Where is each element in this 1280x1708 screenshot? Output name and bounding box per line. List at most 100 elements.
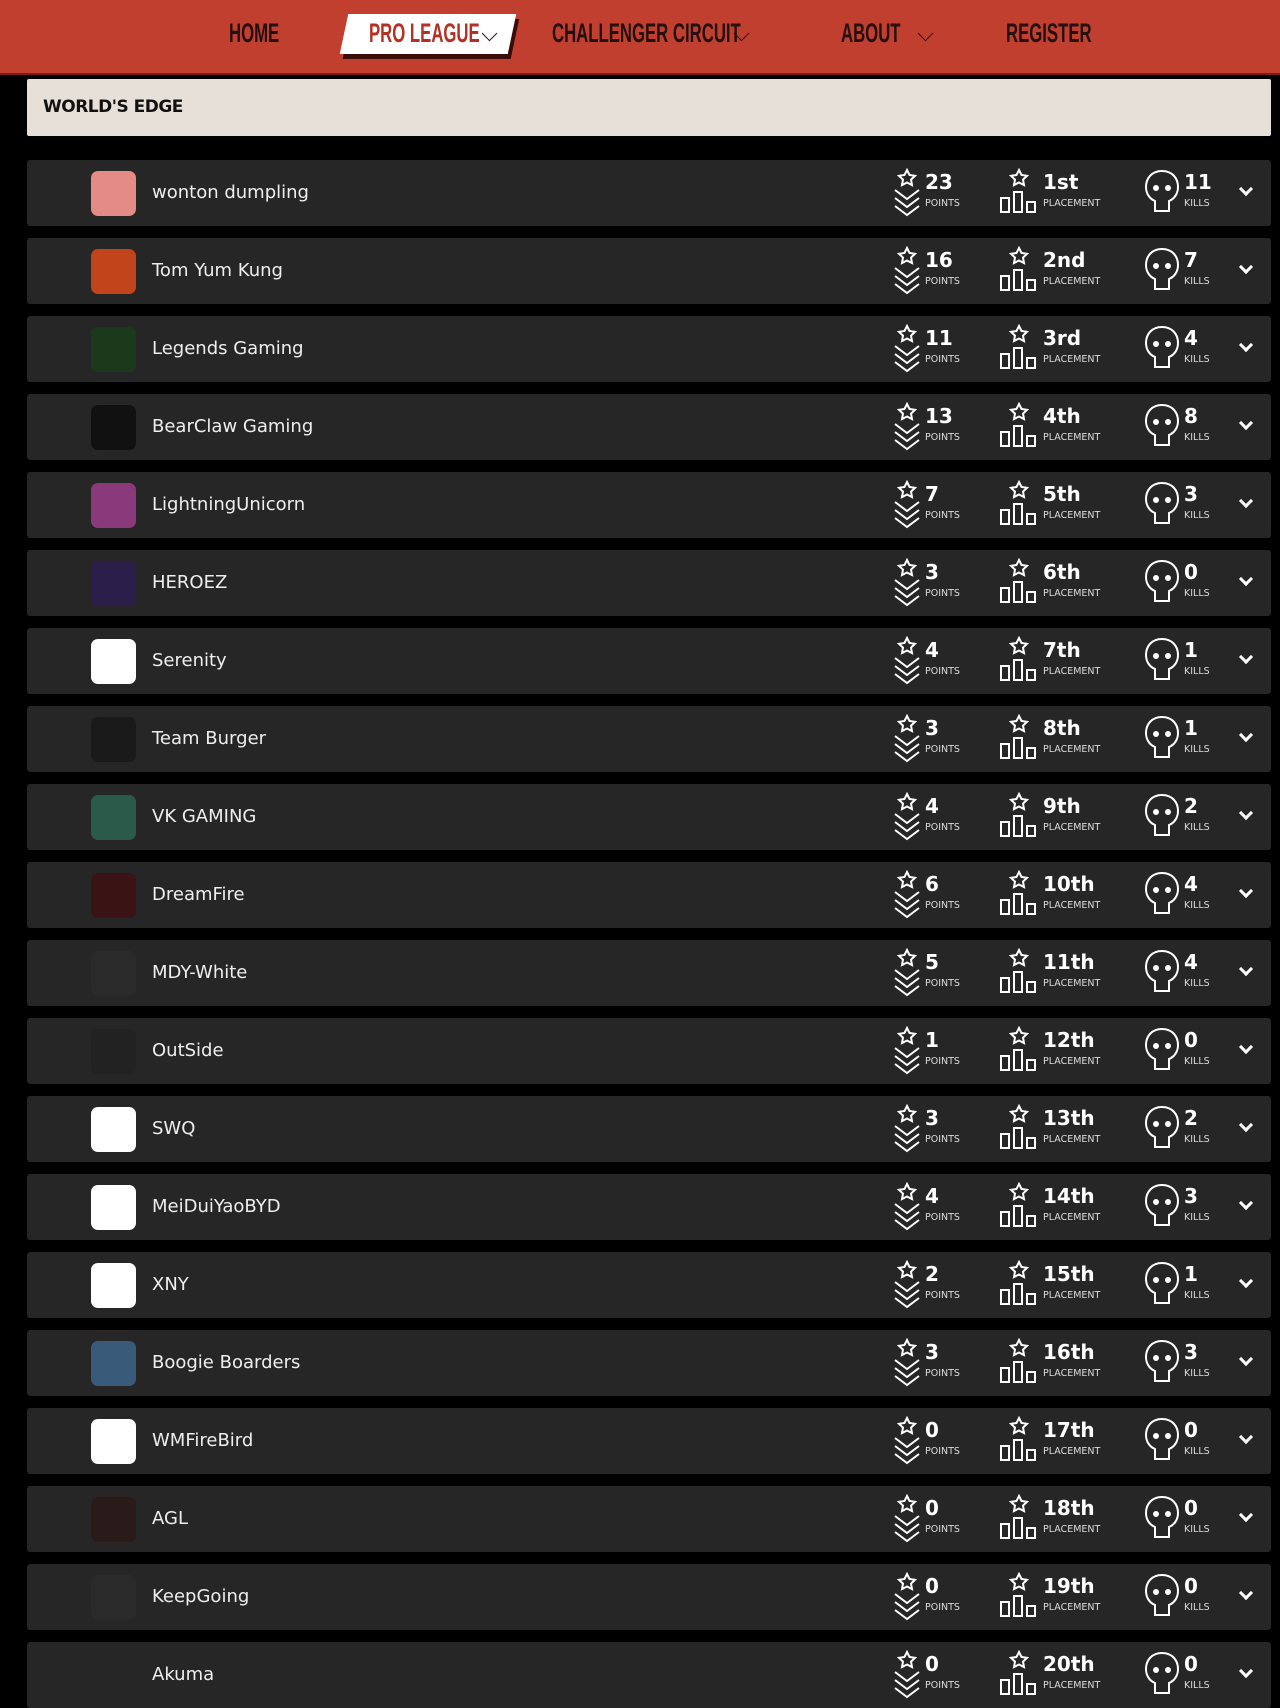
kills-value: 8: [1184, 404, 1198, 428]
team-logo: [91, 951, 136, 996]
team-row[interactable]: WMFireBird 0 POINTS 17th PLACEMENT 0 KIL…: [27, 1408, 1271, 1474]
expand-chevron-icon[interactable]: [1238, 259, 1254, 275]
points-chevron-icon: [893, 557, 921, 612]
podium-icon: [999, 947, 1039, 1002]
points-label: POINTS: [925, 354, 960, 365]
kills-label: KILLS: [1184, 588, 1210, 599]
expand-chevron-icon[interactable]: [1238, 1429, 1254, 1445]
expand-chevron-icon[interactable]: [1238, 1117, 1254, 1133]
team-logo: [91, 405, 136, 450]
expand-chevron-icon[interactable]: [1238, 1663, 1254, 1679]
placement-label: PLACEMENT: [1043, 1602, 1101, 1613]
expand-chevron-icon[interactable]: [1238, 1039, 1254, 1055]
team-row[interactable]: Boogie Boarders 3 POINTS 16th PLACEMENT …: [27, 1330, 1271, 1396]
nav-pro-league[interactable]: PRO LEAGUE: [369, 18, 480, 49]
team-row[interactable]: SWQ 3 POINTS 13th PLACEMENT 2 KILLS: [27, 1096, 1271, 1162]
skull-icon: [1144, 792, 1180, 846]
team-name: Legends Gaming: [152, 338, 304, 359]
placement-label: PLACEMENT: [1043, 276, 1101, 287]
team-row[interactable]: XNY 2 POINTS 15th PLACEMENT 1 KILLS: [27, 1252, 1271, 1318]
kills-label: KILLS: [1184, 744, 1210, 755]
expand-chevron-icon[interactable]: [1238, 961, 1254, 977]
placement-label: PLACEMENT: [1043, 1524, 1101, 1535]
team-row[interactable]: LightningUnicorn 7 POINTS 5th PLACEMENT …: [27, 472, 1271, 538]
expand-chevron-icon[interactable]: [1238, 1351, 1254, 1367]
team-row[interactable]: Legends Gaming 11 POINTS 3rd PLACEMENT 4…: [27, 316, 1271, 382]
kills-label: KILLS: [1184, 1056, 1210, 1067]
expand-chevron-icon[interactable]: [1238, 805, 1254, 821]
section-header: WORLD'S EDGE: [27, 79, 1271, 136]
team-row[interactable]: KeepGoing 0 POINTS 19th PLACEMENT 0 KILL…: [27, 1564, 1271, 1630]
points-value: 3: [925, 560, 939, 584]
team-row[interactable]: Serenity 4 POINTS 7th PLACEMENT 1 KILLS: [27, 628, 1271, 694]
expand-chevron-icon[interactable]: [1238, 1585, 1254, 1601]
kills-label: KILLS: [1184, 276, 1210, 287]
kills-label: KILLS: [1184, 1134, 1210, 1145]
expand-chevron-icon[interactable]: [1238, 1507, 1254, 1523]
skull-icon: [1144, 402, 1180, 456]
placement-value: 6th: [1043, 560, 1081, 584]
nav-challenger-circuit[interactable]: CHALLENGER CIRCUIT: [552, 18, 741, 49]
points-label: POINTS: [925, 510, 960, 521]
points-label: POINTS: [925, 276, 960, 287]
points-label: POINTS: [925, 744, 960, 755]
kills-label: KILLS: [1184, 1524, 1210, 1535]
points-chevron-icon: [893, 479, 921, 534]
expand-chevron-icon[interactable]: [1238, 1195, 1254, 1211]
team-logo: [91, 171, 136, 216]
team-name: VK GAMING: [152, 806, 257, 827]
expand-chevron-icon[interactable]: [1238, 181, 1254, 197]
team-row[interactable]: OutSide 1 POINTS 12th PLACEMENT 0 KILLS: [27, 1018, 1271, 1084]
kills-label: KILLS: [1184, 1368, 1210, 1379]
placement-label: PLACEMENT: [1043, 666, 1101, 677]
team-logo: [91, 795, 136, 840]
team-logo: [91, 1029, 136, 1074]
points-label: POINTS: [925, 1290, 960, 1301]
team-row[interactable]: BearClaw Gaming 13 POINTS 4th PLACEMENT …: [27, 394, 1271, 460]
expand-chevron-icon[interactable]: [1238, 649, 1254, 665]
placement-value: 4th: [1043, 404, 1081, 428]
placement-label: PLACEMENT: [1043, 1680, 1101, 1691]
team-row[interactable]: HEROEZ 3 POINTS 6th PLACEMENT 0 KILLS: [27, 550, 1271, 616]
podium-icon: [999, 479, 1039, 534]
kills-label: KILLS: [1184, 1212, 1210, 1223]
points-chevron-icon: [893, 1415, 921, 1470]
nav-register[interactable]: REGISTER: [1006, 18, 1092, 49]
points-label: POINTS: [925, 822, 960, 833]
points-chevron-icon: [893, 323, 921, 378]
team-row[interactable]: MeiDuiYaoBYD 4 POINTS 14th PLACEMENT 3 K…: [27, 1174, 1271, 1240]
team-name: SWQ: [152, 1118, 196, 1139]
points-value: 16: [925, 248, 953, 272]
team-row[interactable]: wonton dumpling 23 POINTS 1st PLACEMENT …: [27, 160, 1271, 226]
expand-chevron-icon[interactable]: [1238, 415, 1254, 431]
expand-chevron-icon[interactable]: [1238, 571, 1254, 587]
team-logo: [91, 1575, 136, 1620]
nav-about[interactable]: ABOUT: [841, 18, 901, 49]
points-value: 2: [925, 1262, 939, 1286]
kills-value: 2: [1184, 1106, 1198, 1130]
team-row[interactable]: MDY-White 5 POINTS 11th PLACEMENT 4 KILL…: [27, 940, 1271, 1006]
points-chevron-icon: [893, 245, 921, 300]
podium-icon: [999, 1337, 1039, 1392]
skull-icon: [1144, 558, 1180, 612]
team-row[interactable]: VK GAMING 4 POINTS 9th PLACEMENT 2 KILLS: [27, 784, 1271, 850]
expand-chevron-icon[interactable]: [1238, 883, 1254, 899]
points-value: 6: [925, 872, 939, 896]
chevron-down-icon[interactable]: [917, 25, 934, 42]
team-row[interactable]: AGL 0 POINTS 18th PLACEMENT 0 KILLS: [27, 1486, 1271, 1552]
nav-home[interactable]: HOME: [229, 18, 279, 49]
expand-chevron-icon[interactable]: [1238, 493, 1254, 509]
expand-chevron-icon[interactable]: [1238, 337, 1254, 353]
skull-icon: [1144, 1104, 1180, 1158]
team-row[interactable]: Akuma 0 POINTS 20th PLACEMENT 0 KILLS: [27, 1642, 1271, 1708]
kills-label: KILLS: [1184, 978, 1210, 989]
points-chevron-icon: [893, 947, 921, 1002]
team-row[interactable]: Tom Yum Kung 16 POINTS 2nd PLACEMENT 7 K…: [27, 238, 1271, 304]
kills-label: KILLS: [1184, 1602, 1210, 1613]
team-row[interactable]: Team Burger 3 POINTS 8th PLACEMENT 1 KIL…: [27, 706, 1271, 772]
placement-label: PLACEMENT: [1043, 1212, 1101, 1223]
team-row[interactable]: DreamFire 6 POINTS 10th PLACEMENT 4 KILL…: [27, 862, 1271, 928]
expand-chevron-icon[interactable]: [1238, 1273, 1254, 1289]
placement-value: 19th: [1043, 1574, 1095, 1598]
expand-chevron-icon[interactable]: [1238, 727, 1254, 743]
